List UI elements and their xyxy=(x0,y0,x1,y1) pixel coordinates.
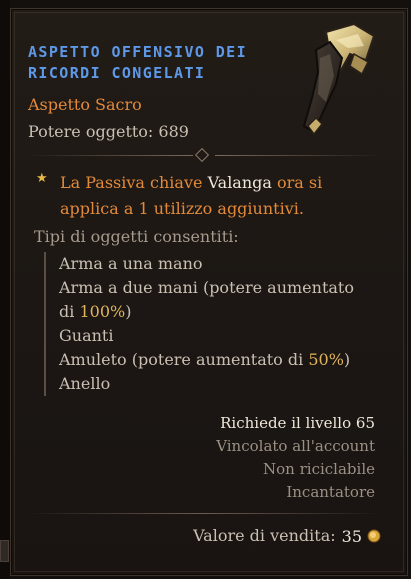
aspect-axe-icon xyxy=(302,22,376,136)
aspect-affix: ★ La Passiva chiave Valanga ora si appli… xyxy=(36,170,380,222)
salvage-status: Non riciclabile xyxy=(263,460,375,478)
list-item-continuation: di 100%) xyxy=(59,302,132,321)
sell-value-label: Valore di vendita: xyxy=(193,526,336,545)
list-item: Amuleto (potere aumentato di 50%) xyxy=(59,350,351,369)
star-icon: ★ xyxy=(36,171,48,186)
affix-skill-name: Valanga xyxy=(207,173,272,192)
allowed-types-label: Tipi di oggetti consentiti: xyxy=(34,227,239,246)
item-power: Potere oggetto: 689 xyxy=(28,122,189,141)
list-item: Anello xyxy=(59,374,111,393)
item-title-line1: ASPETTO OFFENSIVO DEI xyxy=(28,43,248,61)
item-source: Incantatore xyxy=(286,483,375,501)
list-item: Arma a due mani (potere aumentato xyxy=(59,278,354,297)
background-strip xyxy=(0,0,10,579)
affix-text-part1: La Passiva chiave xyxy=(60,173,208,192)
requirements: Richiede il livello 65 Vincolato all'acc… xyxy=(216,412,375,504)
item-rarity: Aspetto Sacro xyxy=(28,95,142,114)
level-requirement: Richiede il livello 65 xyxy=(220,414,375,432)
item-header: ASPETTO OFFENSIVO DEI RICORDI CONGELATI … xyxy=(28,42,288,143)
footer-divider xyxy=(25,509,383,519)
item-title-line2: RICORDI CONGELATI xyxy=(28,64,206,82)
account-bound: Vincolato all'account xyxy=(216,437,375,455)
section-divider xyxy=(25,147,383,163)
allowed-types-list: Arma a una mano Arma a due mani (potere … xyxy=(44,252,364,396)
affix-text: La Passiva chiave Valanga ora si applica… xyxy=(40,170,380,222)
list-item: Guanti xyxy=(59,326,114,345)
sell-value: Valore di vendita: 35 xyxy=(193,525,381,547)
list-item: Arma a una mano xyxy=(59,254,203,273)
sell-value-amount: 35 xyxy=(341,526,362,546)
window-edge xyxy=(0,540,9,562)
gold-coin-icon xyxy=(367,529,381,543)
item-title: ASPETTO OFFENSIVO DEI RICORDI CONGELATI xyxy=(28,42,288,84)
